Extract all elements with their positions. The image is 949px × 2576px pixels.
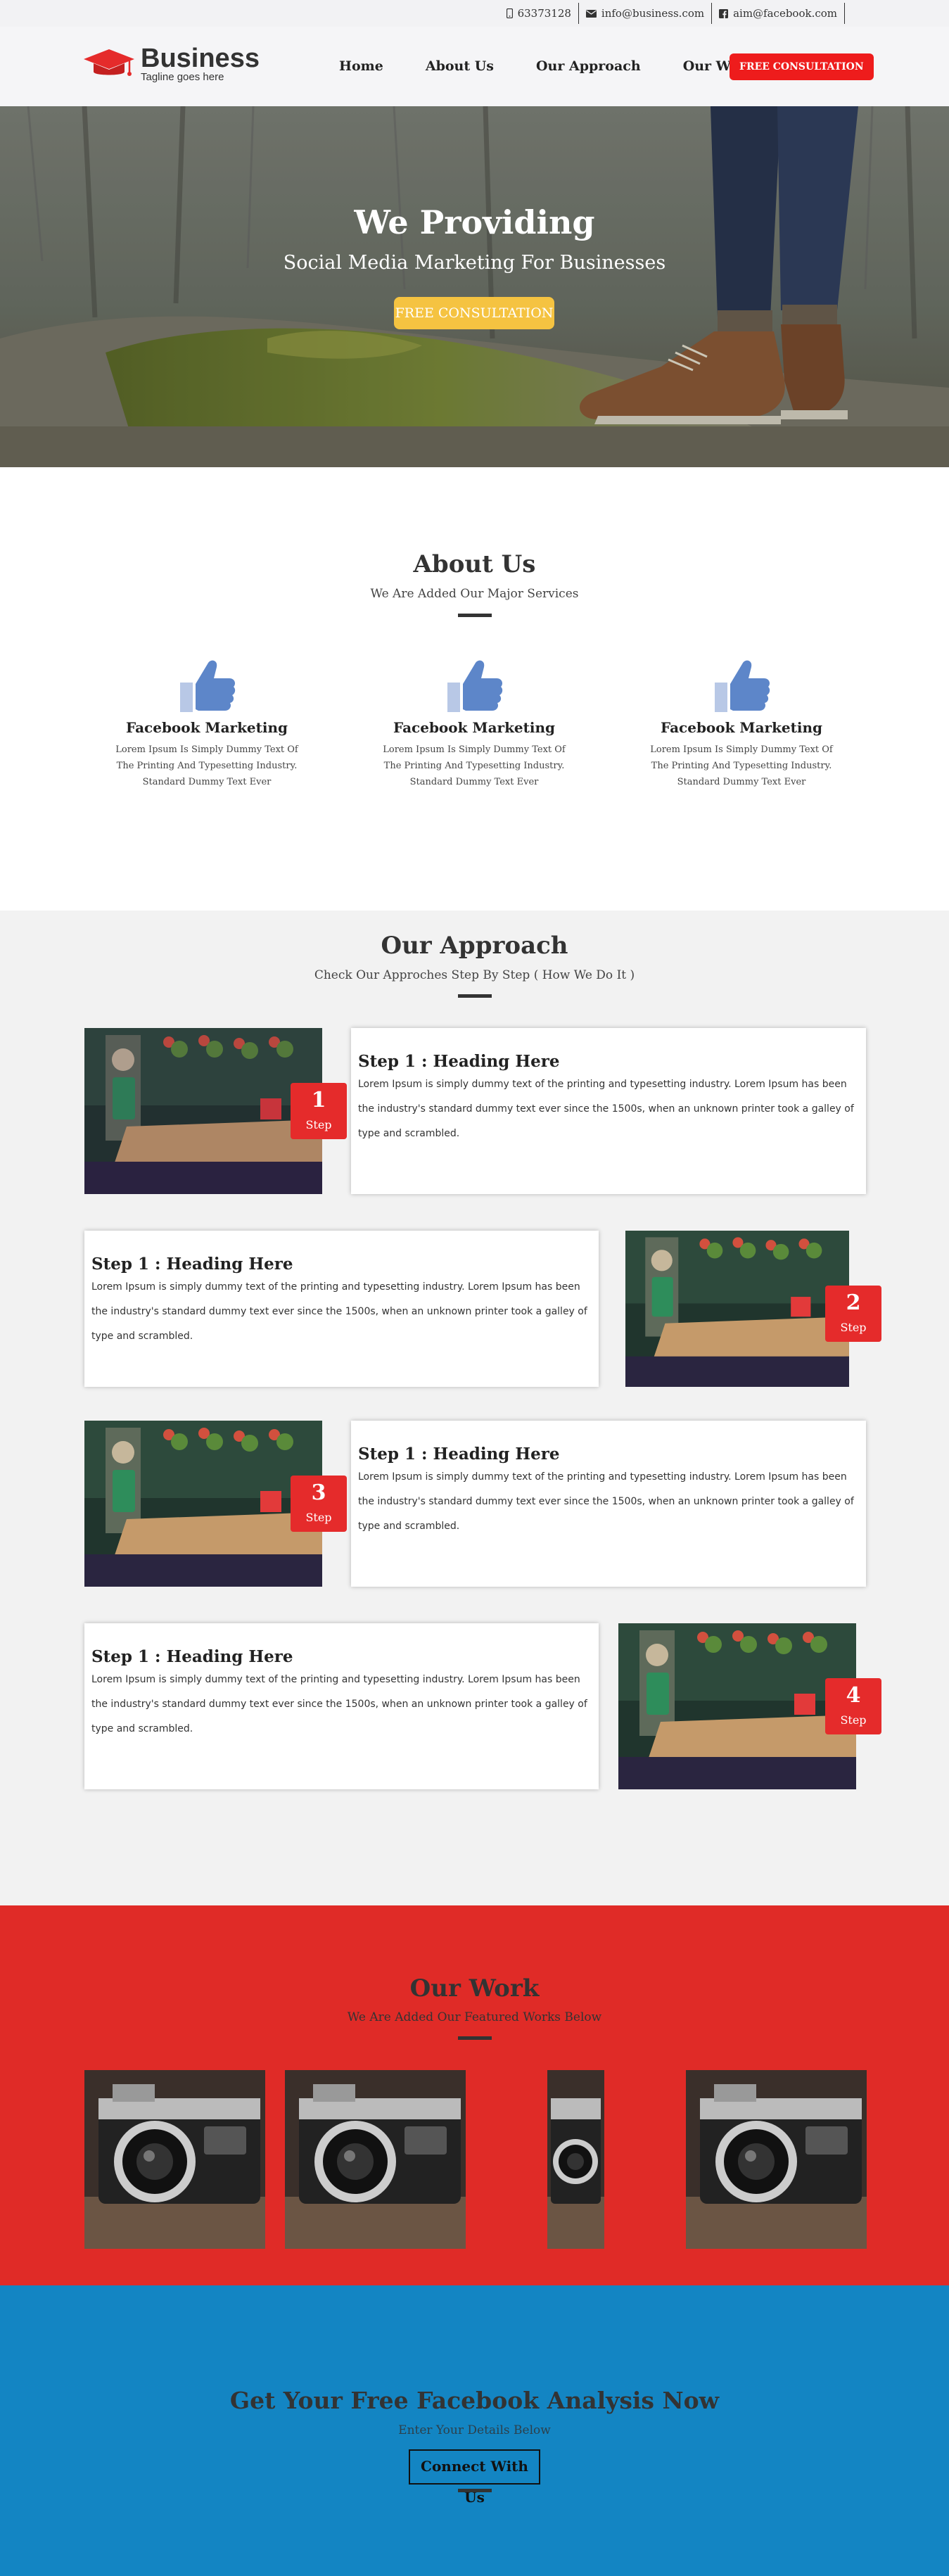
thumbs-up-icon <box>447 660 503 712</box>
cta-divider <box>458 2489 492 2492</box>
main-nav: Home About Us Our Approach Our Work FREE… <box>339 53 874 80</box>
step-card: Step 1 : Heading Here Lorem Ipsum is sim… <box>84 1231 599 1387</box>
mobile-phone-icon <box>506 8 513 18</box>
email-contact[interactable]: info@business.com <box>579 3 713 24</box>
cta-title: Get Your Free Facebook Analysis Now <box>229 2387 720 2414</box>
work-section: Our Work We Are Added Our Featured Works… <box>0 1905 949 2285</box>
step-number: 2 <box>846 1290 861 1315</box>
about-divider <box>458 614 492 617</box>
step-text: Lorem Ipsum is simply dummy text of the … <box>91 1674 587 1734</box>
step-text: Lorem Ipsum is simply dummy text of the … <box>91 1281 587 1342</box>
approach-section: Our Approach Check Our Approches Step By… <box>0 911 949 1905</box>
step-badge: 3 Step <box>291 1476 347 1532</box>
feature-text: Lorem Ipsum Is Simply Dummy Text Of The … <box>383 744 566 787</box>
header-consultation-button[interactable]: FREE CONSULTATION <box>730 53 874 80</box>
hero-background-image <box>0 106 949 467</box>
cta-subtitle: Enter Your Details Below <box>398 2423 551 2437</box>
feature-card: Facebook Marketing Lorem Ipsum Is Simply… <box>115 657 298 790</box>
graduation-cap-icon <box>84 49 134 76</box>
work-divider <box>458 2036 492 2040</box>
portfolio-item[interactable] <box>285 2070 466 2249</box>
hero-consultation-button[interactable]: FREE CONSULTATION <box>394 297 554 329</box>
brand-logo[interactable]: Business Tagline goes here <box>83 45 260 83</box>
cafe-scene-image <box>625 1231 849 1387</box>
step-card: Step 1 : Heading Here Lorem Ipsum is sim… <box>351 1421 866 1587</box>
phone-contact[interactable]: 63373128 <box>499 3 579 24</box>
about-section: About Us We Are Added Our Major Services… <box>0 467 949 911</box>
analysis-cta-section: Get Your Free Facebook Analysis Now Ente… <box>0 2285 949 2576</box>
step-label: Step <box>840 1321 867 1334</box>
facebook-contact[interactable]: aim@facebook.com <box>712 3 845 24</box>
step-card: Step 1 : Heading Here Lorem Ipsum is sim… <box>84 1623 599 1789</box>
feature-card: Facebook Marketing Lorem Ipsum Is Simply… <box>650 657 833 790</box>
cafe-scene-image <box>618 1623 856 1789</box>
step-photo <box>618 1623 856 1789</box>
step-number: 3 <box>311 1480 326 1505</box>
feature-title: Facebook Marketing <box>125 719 288 736</box>
work-subtitle: We Are Added Our Featured Works Below <box>347 2010 602 2024</box>
step-heading: Step 1 : Heading Here <box>358 1052 560 1071</box>
feature-title: Facebook Marketing <box>660 719 823 736</box>
approach-divider <box>458 994 492 998</box>
thumbs-up-icon <box>715 660 770 712</box>
step-text: Lorem Ipsum is simply dummy text of the … <box>358 1079 854 1139</box>
step-photo <box>618 1231 856 1387</box>
step-heading: Step 1 : Heading Here <box>358 1445 560 1464</box>
step-badge: 1 Step <box>291 1083 347 1139</box>
brand-tagline: Tagline goes here <box>141 71 224 83</box>
portfolio-item[interactable] <box>547 2070 604 2249</box>
portfolio-item[interactable] <box>686 2070 867 2249</box>
approach-title: Our Approach <box>381 932 568 960</box>
envelope-icon <box>585 9 597 18</box>
nav-home[interactable]: Home <box>339 53 383 79</box>
step-photo <box>84 1028 322 1194</box>
step-card: Step 1 : Heading Here Lorem Ipsum is sim… <box>351 1028 866 1194</box>
step-number: 1 <box>311 1088 326 1112</box>
hero-subtitle: Social Media Marketing For Businesses <box>283 252 666 274</box>
camera-image <box>285 2070 466 2249</box>
nav-our-approach[interactable]: Our Approach <box>536 53 641 79</box>
camera-image <box>686 2070 867 2249</box>
thumbs-up-icon <box>180 660 236 712</box>
feature-text: Lorem Ipsum Is Simply Dummy Text Of The … <box>650 744 833 787</box>
step-badge: 2 Step <box>825 1286 881 1342</box>
about-subtitle: We Are Added Our Major Services <box>370 587 579 601</box>
portfolio-item[interactable] <box>84 2070 265 2249</box>
email-address: info@business.com <box>601 7 705 20</box>
step-text: Lorem Ipsum is simply dummy text of the … <box>358 1471 854 1532</box>
facebook-icon <box>719 8 729 18</box>
cafe-scene-image <box>84 1028 322 1194</box>
feature-card: Facebook Marketing Lorem Ipsum Is Simply… <box>383 657 566 790</box>
approach-subtitle: Check Our Approches Step By Step ( How W… <box>314 968 635 982</box>
phone-number: 63373128 <box>517 7 571 20</box>
feature-text: Lorem Ipsum Is Simply Dummy Text Of The … <box>115 744 298 787</box>
hero-banner: We Providing Social Media Marketing For … <box>0 106 949 467</box>
step-badge: 4 Step <box>825 1678 881 1734</box>
camera-image <box>84 2070 265 2249</box>
about-title: About Us <box>413 550 536 578</box>
step-label: Step <box>305 1118 332 1131</box>
facebook-address: aim@facebook.com <box>733 7 837 20</box>
site-header: Business Tagline goes here Home About Us… <box>0 27 949 106</box>
hero-title: We Providing <box>354 203 595 241</box>
top-bar: 63373128 info@business.com aim@facebook.… <box>0 0 949 27</box>
nav-about-us[interactable]: About Us <box>426 53 494 79</box>
connect-button[interactable]: Connect With Us <box>409 2449 540 2506</box>
work-title: Our Work <box>409 1974 540 2003</box>
camera-image <box>547 2070 604 2249</box>
cafe-scene-image <box>84 1421 322 1587</box>
brand-name: Business <box>141 44 260 73</box>
feature-title: Facebook Marketing <box>393 719 556 736</box>
step-number: 4 <box>846 1683 861 1708</box>
step-heading: Step 1 : Heading Here <box>91 1255 293 1274</box>
step-photo <box>84 1421 322 1587</box>
step-label: Step <box>305 1511 332 1524</box>
step-heading: Step 1 : Heading Here <box>91 1647 293 1666</box>
step-label: Step <box>840 1713 867 1727</box>
